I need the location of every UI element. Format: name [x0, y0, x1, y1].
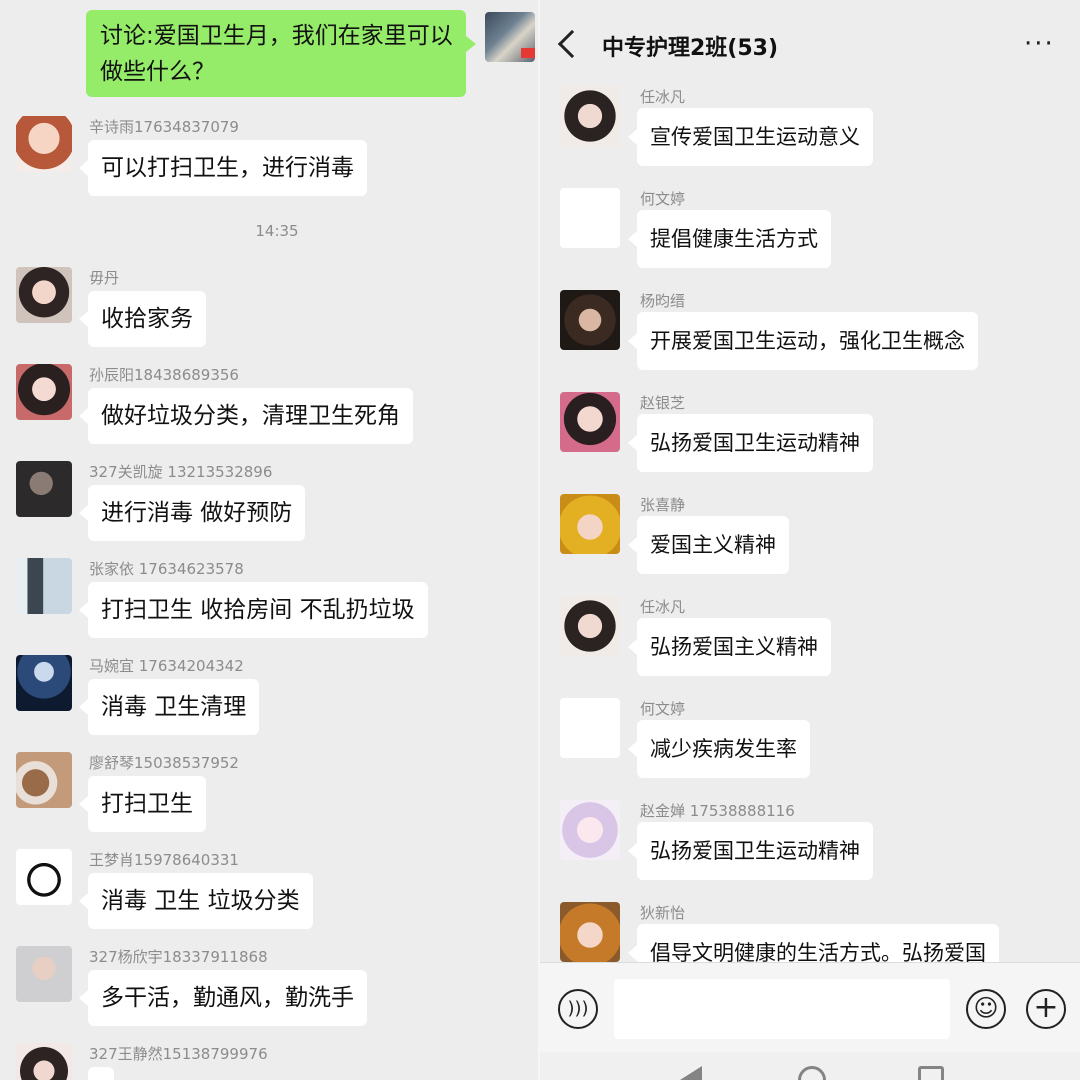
- message-bubble[interactable]: 收拾家务: [79, 291, 206, 347]
- avatar[interactable]: [560, 698, 620, 758]
- sender-name: 赵银芝: [640, 394, 686, 412]
- message-bubble[interactable]: 弘扬爱国卫生运动精神: [628, 414, 873, 472]
- message-bubble[interactable]: 打扫卫生 收拾房间 不乱扔垃圾: [79, 582, 428, 638]
- avatar[interactable]: [16, 1043, 72, 1080]
- sender-name: 327关凯旋 13213532896: [89, 463, 273, 481]
- message-bubble[interactable]: 爱国主义精神: [628, 516, 789, 574]
- own-message-bubble[interactable]: 讨论:爱国卫生月，我们在家里可以做些什么？: [86, 10, 476, 97]
- avatar[interactable]: [16, 116, 72, 172]
- avatar[interactable]: [560, 392, 620, 452]
- nav-home-icon[interactable]: [798, 1066, 826, 1080]
- nav-recent-icon[interactable]: [918, 1066, 944, 1080]
- avatar[interactable]: [16, 946, 72, 1002]
- avatar[interactable]: [16, 849, 72, 905]
- nav-back-icon[interactable]: [680, 1066, 702, 1080]
- message-input[interactable]: [614, 979, 950, 1039]
- android-nav-bar: [540, 1052, 1080, 1080]
- sender-name: 辛诗雨17634837079: [89, 118, 239, 136]
- sender-name: 孙辰阳18438689356: [89, 366, 239, 384]
- chat-header: 中专护理2班(53) ···: [540, 0, 1080, 88]
- message-bubble[interactable]: 提倡健康生活方式: [628, 210, 831, 268]
- avatar[interactable]: [16, 752, 72, 808]
- avatar[interactable]: [16, 267, 72, 323]
- sender-name: 何文婷: [640, 700, 686, 718]
- sender-name: 张喜静: [640, 496, 686, 514]
- more-options-icon[interactable]: ···: [1024, 31, 1055, 57]
- avatar[interactable]: [560, 902, 620, 962]
- message-bubble[interactable]: 做好垃圾分类，清理卫生死角: [79, 388, 413, 444]
- avatar[interactable]: [16, 461, 72, 517]
- avatar[interactable]: [560, 494, 620, 554]
- sender-name: 杨昀缙: [640, 292, 686, 310]
- avatar[interactable]: [16, 558, 72, 614]
- sender-name: 何文婷: [640, 190, 686, 208]
- avatar[interactable]: [16, 655, 72, 711]
- sender-name: 任冰凡: [640, 88, 686, 106]
- message-bubble[interactable]: 减少疾病发生率: [628, 720, 810, 778]
- message-bubble[interactable]: 开展爱国卫生运动，强化卫生概念: [628, 312, 978, 370]
- emoji-icon[interactable]: ☺: [966, 989, 1006, 1029]
- avatar[interactable]: [560, 86, 620, 146]
- avatar[interactable]: [560, 800, 620, 860]
- message-bubble[interactable]: 进行消毒 做好预防: [78, 485, 306, 541]
- sender-name: 王梦肖15978640331: [89, 851, 239, 869]
- avatar[interactable]: [16, 364, 72, 420]
- sender-name: 廖舒琴15038537952: [89, 754, 239, 772]
- voice-icon[interactable]: ))): [558, 989, 598, 1029]
- group-title: 中专护理2班(53): [602, 36, 779, 61]
- message-bubble[interactable]: 消毒 卫生清理: [78, 679, 260, 735]
- plus-icon[interactable]: +: [1026, 989, 1066, 1029]
- sender-name: 马婉宜 17634204342: [89, 657, 244, 675]
- avatar[interactable]: [560, 188, 620, 248]
- sender-name: 任冰凡: [640, 598, 686, 616]
- sender-name: 毋丹: [89, 269, 120, 287]
- sender-name: 327王静然15138799976: [89, 1045, 268, 1063]
- sender-name: 张家依 17634623578: [89, 560, 244, 578]
- message-bubble[interactable]: 多干活，勤通风，勤洗手: [79, 970, 367, 1026]
- timestamp: 14:35: [255, 222, 299, 240]
- message-bubble[interactable]: 弘扬爱国卫生运动精神: [628, 822, 873, 880]
- back-arrow-icon[interactable]: [557, 29, 587, 59]
- avatar[interactable]: [560, 290, 620, 350]
- sender-name: 狄新怡: [640, 904, 686, 922]
- message-bubble[interactable]: [88, 1067, 114, 1080]
- sender-name: 327杨欣宇18337911868: [89, 948, 268, 966]
- message-bubble[interactable]: 可以打扫卫生，进行消毒: [79, 140, 367, 196]
- message-bubble[interactable]: 打扫卫生: [79, 776, 206, 832]
- right-chat-panel: 中专护理2班(53) ··· 任冰凡 宣传爱国卫生运动意义 何文婷 提倡健康生活…: [538, 0, 1080, 1080]
- message-bubble[interactable]: 弘扬爱国主义精神: [628, 618, 831, 676]
- message-bubble[interactable]: 宣传爱国卫生运动意义: [628, 108, 873, 166]
- left-chat-panel: 讨论:爱国卫生月，我们在家里可以做些什么？ 辛诗雨17634837079 可以打…: [0, 0, 538, 1080]
- message-bubble[interactable]: 消毒 卫生 垃圾分类: [79, 873, 313, 929]
- sender-name: 赵金婵 17538888116: [640, 802, 795, 820]
- input-bar: ))) ☺ +: [540, 962, 1080, 1052]
- own-avatar[interactable]: [485, 12, 535, 62]
- avatar[interactable]: [560, 596, 620, 656]
